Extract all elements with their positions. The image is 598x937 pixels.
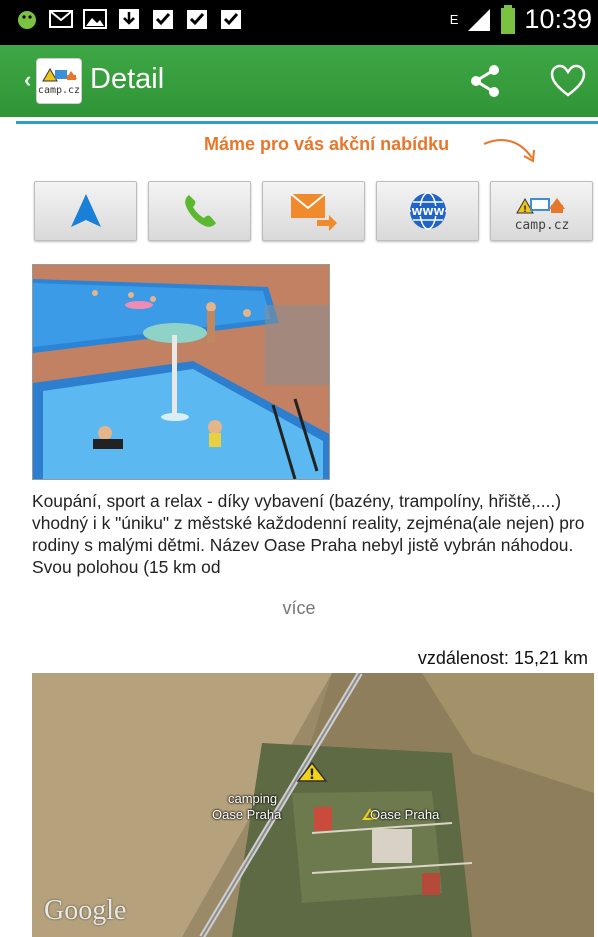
- heart-icon[interactable]: [548, 61, 588, 101]
- promo-text[interactable]: Máme pro vás akční nabídku: [204, 134, 449, 155]
- email-button[interactable]: [262, 181, 365, 241]
- header-divider: [16, 121, 598, 124]
- action-button-row: WWW ! camp.cz: [34, 181, 594, 241]
- app-logo[interactable]: camp.cz: [36, 58, 82, 104]
- website-button[interactable]: WWW: [376, 181, 479, 241]
- svg-text:WWW: WWW: [411, 207, 444, 218]
- logo-text: camp.cz: [38, 85, 80, 96]
- curved-arrow-icon: [483, 139, 535, 163]
- camp-logo-icon: camp.cz: [38, 68, 80, 96]
- navigate-button[interactable]: [34, 181, 137, 241]
- campcz-button[interactable]: ! camp.cz: [490, 181, 593, 241]
- globe-www-icon: WWW: [409, 192, 446, 230]
- map-place-label: Oase Praha: [370, 807, 440, 822]
- mail-icon: [49, 10, 73, 28]
- camp-logo-icon: ! camp.cz: [514, 197, 569, 233]
- image-icon: [83, 9, 107, 29]
- google-watermark: Google: [44, 895, 127, 926]
- phone-icon: [184, 195, 216, 227]
- svg-text:!: !: [522, 205, 526, 215]
- download-icon: [119, 9, 139, 29]
- map-view[interactable]: ! camping Oase Praha Oase Praha Google: [32, 673, 594, 937]
- share-icon[interactable]: [466, 61, 506, 101]
- more-link[interactable]: více: [0, 598, 598, 619]
- checkbox-icon: [187, 10, 207, 29]
- clock: 10:39: [524, 4, 592, 34]
- battery-icon: [501, 4, 516, 34]
- pool-image: [33, 265, 329, 479]
- status-bar: E 10:39: [0, 0, 598, 45]
- notification-icons: [14, 6, 244, 32]
- campsite-photo[interactable]: [32, 264, 330, 480]
- campcz-label: camp.cz: [514, 218, 569, 233]
- distance-label: vzdálenost:: [417, 648, 509, 668]
- svg-text:!: !: [309, 767, 315, 783]
- call-button[interactable]: [148, 181, 251, 241]
- back-chevron-icon[interactable]: ‹: [24, 67, 31, 93]
- page-title: Detail: [90, 63, 165, 95]
- checkbox-icon: [153, 10, 173, 29]
- navigation-arrow-icon: [70, 194, 101, 227]
- description-text: Koupání, sport a relax - díky vybavení (…: [32, 491, 585, 577]
- map-marker-label: camping: [228, 791, 278, 806]
- action-bar: ‹ camp.cz Detail: [0, 45, 598, 117]
- android-icon: [18, 11, 36, 29]
- distance-row: vzdálenost: 15,21 km: [418, 648, 588, 669]
- map-marker-label-name: Oase Praha: [212, 807, 282, 822]
- checkbox-icon: [221, 10, 241, 29]
- email-icon: [289, 193, 337, 231]
- system-icons: E 10:39: [450, 4, 592, 35]
- network-type: E: [449, 12, 459, 27]
- distance-value: 15,21 km: [513, 648, 588, 668]
- signal-icon: [468, 8, 491, 31]
